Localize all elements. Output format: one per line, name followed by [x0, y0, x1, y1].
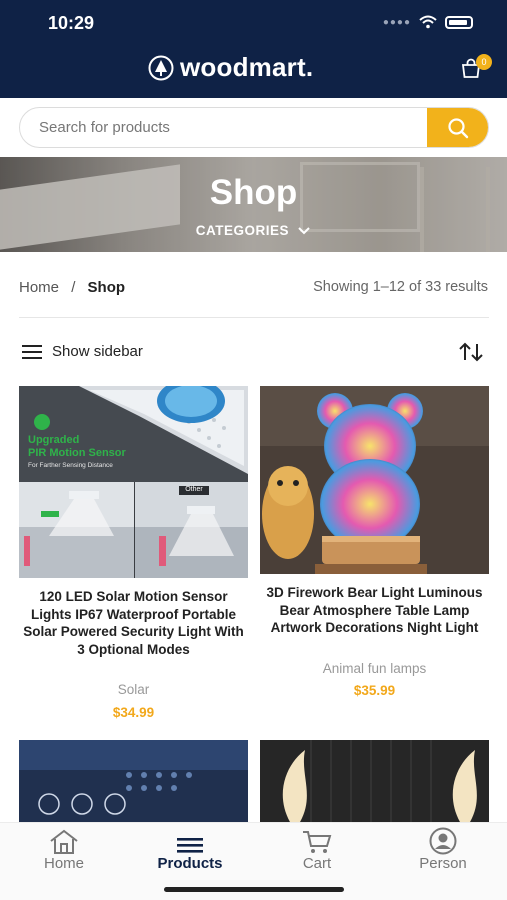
breadcrumb-separator: / [71, 279, 76, 296]
product-image[interactable] [260, 386, 489, 574]
product-price: $34.99 [112, 705, 155, 720]
sort-icon[interactable] [458, 342, 484, 362]
show-sidebar-label: Show sidebar [52, 343, 143, 360]
search-input[interactable] [20, 108, 427, 147]
search-button[interactable] [427, 108, 488, 147]
breadcrumb: Home / Shop [19, 279, 125, 296]
divider [19, 317, 489, 318]
cart-count-badge: 0 [476, 54, 492, 70]
show-sidebar-button[interactable]: Show sidebar [22, 343, 143, 360]
breadcrumb-current: Shop [87, 279, 126, 296]
categories-dropdown[interactable]: CATEGORIES [0, 223, 507, 238]
search-icon [447, 117, 468, 138]
product-category[interactable]: Solar [19, 682, 248, 697]
brand-name: woodmart. [180, 52, 314, 82]
image-caption-pir: PIR Motion Sensor [28, 447, 126, 459]
product-category[interactable]: Animal fun lamps [260, 661, 489, 676]
battery-icon [445, 15, 473, 29]
product-image[interactable] [19, 740, 248, 822]
product-title[interactable]: 120 LED Solar Motion Sensor Lights IP67 … [19, 588, 248, 658]
remote-light-image [19, 740, 248, 822]
tab-home[interactable]: Home [14, 827, 114, 872]
signal-icon: ●●●● [382, 16, 411, 28]
home-icon [50, 829, 78, 854]
tab-person[interactable]: Person [393, 827, 493, 872]
brand-logo[interactable]: woodmart. [148, 52, 313, 83]
product-title[interactable]: 3D Firework Bear Light Luminous Bear Atm… [260, 584, 489, 637]
tab-cart[interactable]: Cart [267, 827, 367, 872]
home-indicator [164, 887, 344, 892]
menu-icon [177, 838, 203, 853]
chevron-down-icon [298, 227, 310, 235]
cart-icon [303, 831, 332, 853]
tab-products-label: Products [157, 855, 223, 872]
tree-logo-icon [148, 55, 174, 80]
image-tag-other: Other [185, 486, 203, 493]
product-image[interactable] [260, 740, 489, 822]
image-caption-upgraded: Upgraded [28, 434, 80, 446]
bear-lamp-image [260, 386, 489, 574]
product-price: $35.99 [353, 683, 396, 698]
wifi-icon [419, 15, 437, 29]
page-title: Shop [209, 173, 298, 212]
search-bar [19, 107, 489, 148]
solar-light-image [19, 386, 248, 578]
wall-lamp-image [260, 740, 489, 822]
status-time: 10:29 [48, 13, 95, 33]
product-image[interactable]: Upgraded PIR Motion Sensor For Farther S… [19, 386, 248, 578]
app-header: 10:29 ●●●● woodmart. 0 [0, 0, 507, 98]
breadcrumb-home[interactable]: Home [19, 279, 59, 296]
hamburger-icon [22, 344, 42, 359]
categories-label: CATEGORIES [195, 223, 289, 238]
tab-home-label: Home [43, 855, 84, 872]
person-icon [429, 827, 457, 855]
tab-products[interactable]: Products [140, 827, 240, 872]
image-caption-distance: For Farther Sensing Distance [28, 462, 113, 469]
status-icons: ●●●● [383, 15, 473, 29]
tab-cart-label: Cart [302, 855, 332, 872]
tab-person-label: Person [419, 855, 467, 872]
results-count: Showing 1–12 of 33 results [313, 279, 488, 295]
